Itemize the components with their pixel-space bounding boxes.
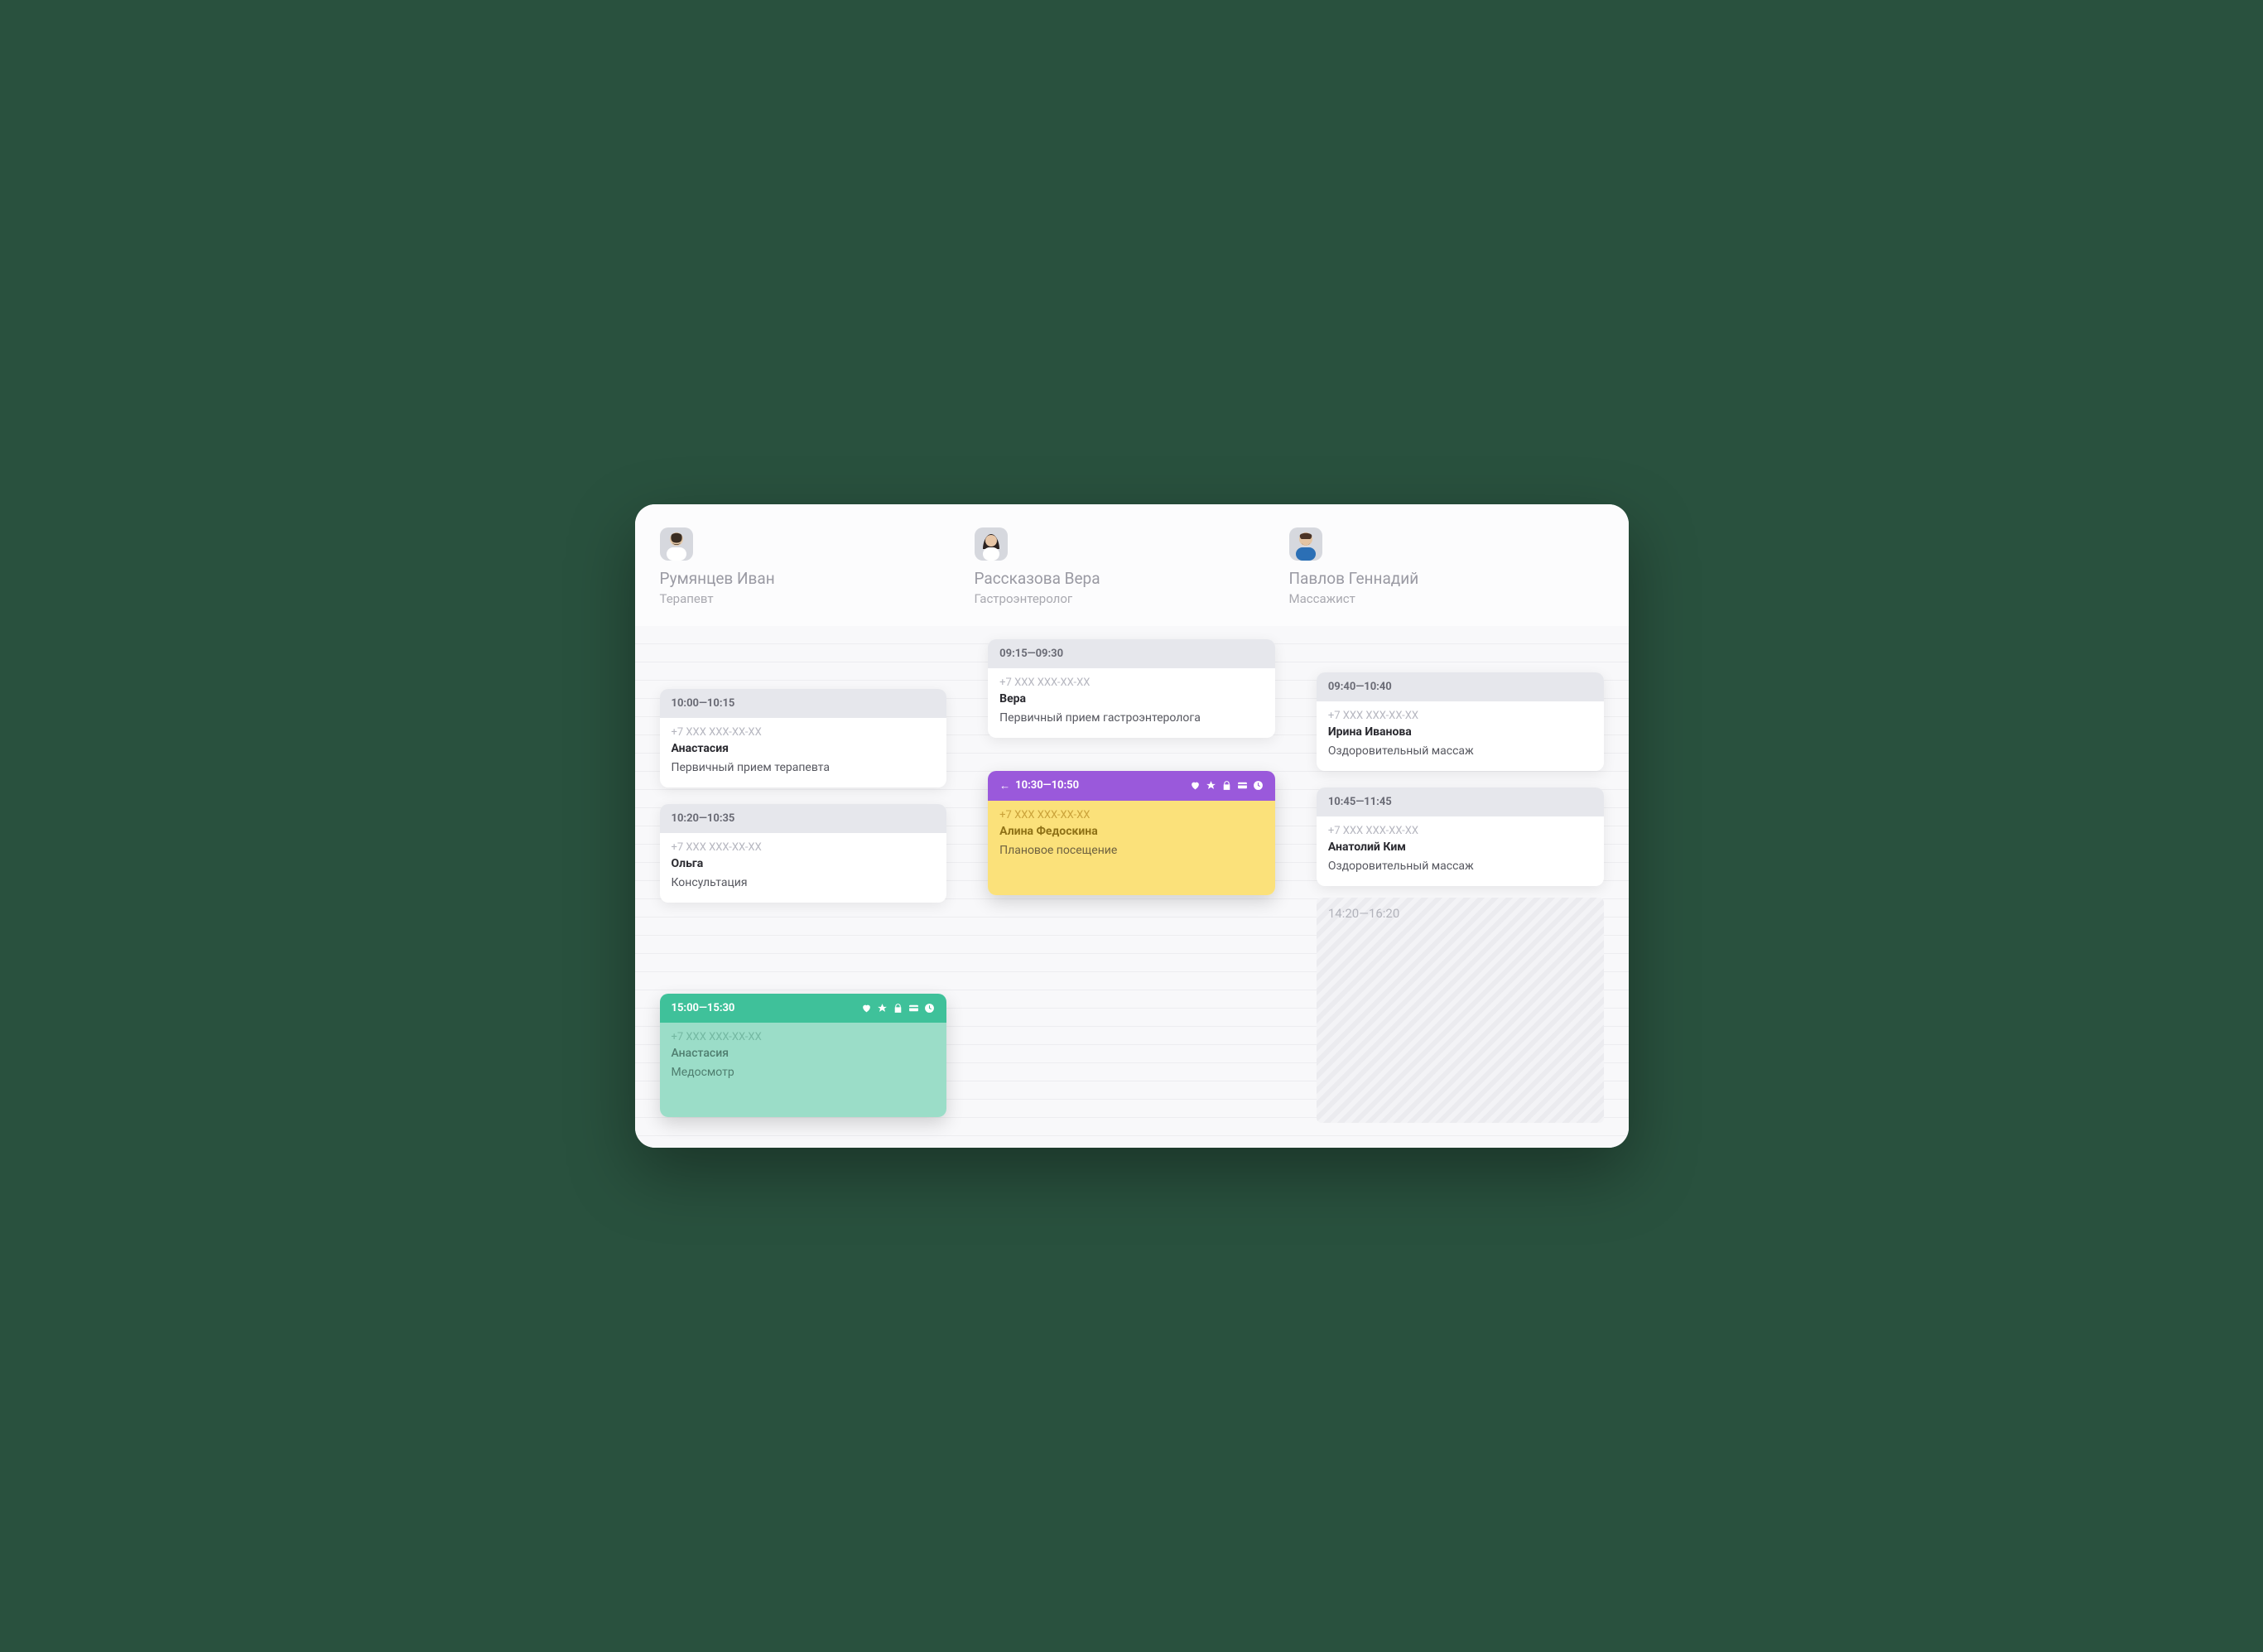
patient-name: Вера bbox=[999, 692, 1264, 706]
patient-name: Анастасия bbox=[672, 1047, 936, 1060]
card-icon bbox=[908, 1003, 919, 1014]
visit-type: Оздоровительный массаж bbox=[1328, 859, 1592, 874]
doctor-column-1: Рассказова Вера Гастроэнтеролог bbox=[975, 527, 1289, 606]
appointment-card[interactable]: 10:45—11:45 +7 XXX XXX-XX-XX Анатолий Ки… bbox=[1317, 787, 1604, 886]
doctor-name: Рассказова Вера bbox=[975, 569, 1100, 590]
patient-name: Анатолий Ким bbox=[1328, 840, 1592, 854]
appointment-body: +7 XXX XXX-XX-XX Ирина Иванова Оздоровит… bbox=[1317, 701, 1604, 771]
heart-icon bbox=[1190, 780, 1201, 791]
appointment-time: 10:45—11:45 bbox=[1328, 796, 1392, 808]
appointment-time-header: 10:20—10:35 bbox=[660, 804, 947, 833]
visit-type: Медосмотр bbox=[672, 1065, 936, 1081]
appointment-time: 10:20—10:35 bbox=[672, 812, 735, 825]
doctor-role: Гастроэнтеролог bbox=[975, 591, 1073, 606]
doctor-column-0: Румянцев Иван Терапевт bbox=[660, 527, 975, 606]
schedule-window: Румянцев Иван Терапевт Рассказова Вера Г… bbox=[635, 504, 1629, 1148]
schedule-column-2: 09:40—10:40 +7 XXX XXX-XX-XX Ирина Ивано… bbox=[1317, 639, 1604, 1123]
doctor-role: Массажист bbox=[1289, 591, 1355, 606]
appointment-body: +7 XXX XXX-XX-XX Анастасия Медосмотр bbox=[660, 1023, 947, 1117]
doctors-header: Румянцев Иван Терапевт Рассказова Вера Г… bbox=[635, 504, 1629, 626]
appointment-body: +7 XXX XXX-XX-XX Алина Федоскина Планово… bbox=[988, 801, 1275, 895]
appointment-body: +7 XXX XXX-XX-XX Ольга Консультация bbox=[660, 833, 947, 903]
patient-phone: +7 XXX XXX-XX-XX bbox=[1328, 825, 1592, 837]
doctor-name: Павлов Геннадий bbox=[1289, 569, 1419, 590]
appointment-time: 09:40—10:40 bbox=[1328, 681, 1392, 693]
lock-icon bbox=[893, 1003, 903, 1014]
appointment-time: 10:00—10:15 bbox=[672, 697, 735, 710]
appointment-card[interactable]: 09:15—09:30 +7 XXX XXX-XX-XX Вера Первич… bbox=[988, 639, 1275, 738]
visit-type: Первичный прием гастроэнтеролога bbox=[999, 710, 1264, 726]
appointment-time: 09:15—09:30 bbox=[999, 648, 1063, 660]
appointment-body: +7 XXX XXX-XX-XX Анатолий Ким Оздоровите… bbox=[1317, 816, 1604, 886]
patient-phone: +7 XXX XXX-XX-XX bbox=[672, 841, 936, 854]
appointment-time: 15:00—15:30 bbox=[672, 1002, 735, 1014]
doctor-name: Румянцев Иван bbox=[660, 569, 775, 590]
appointment-body: +7 XXX XXX-XX-XX Анастасия Первичный при… bbox=[660, 718, 947, 787]
appointment-icons bbox=[861, 1003, 935, 1014]
appointment-time-header: 10:45—11:45 bbox=[1317, 787, 1604, 816]
avatar bbox=[1289, 527, 1322, 561]
blocked-time-slot: 14:20—16:20 bbox=[1317, 898, 1604, 1123]
patient-name: Ирина Иванова bbox=[1328, 725, 1592, 739]
lock-icon bbox=[1221, 780, 1232, 791]
patient-phone: +7 XXX XXX-XX-XX bbox=[672, 1031, 936, 1043]
patient-phone: +7 XXX XXX-XX-XX bbox=[999, 677, 1264, 689]
visit-type: Консультация bbox=[672, 875, 936, 891]
appointment-icons bbox=[1190, 780, 1264, 791]
doctor-role: Терапевт bbox=[660, 591, 714, 606]
appointment-time: 10:30—10:50 bbox=[1015, 779, 1079, 792]
appointment-card[interactable]: 09:40—10:40 +7 XXX XXX-XX-XX Ирина Ивано… bbox=[1317, 672, 1604, 771]
card-icon bbox=[1237, 780, 1248, 791]
appointment-time-header: 09:40—10:40 bbox=[1317, 672, 1604, 701]
appointment-card[interactable]: 10:00—10:15 +7 XXX XXX-XX-XX Анастасия П… bbox=[660, 689, 947, 787]
star-icon bbox=[1206, 780, 1216, 791]
doctor-column-2: Павлов Геннадий Массажист bbox=[1289, 527, 1604, 606]
avatar bbox=[660, 527, 693, 561]
appointment-time-header: ← 10:30—10:50 bbox=[988, 771, 1275, 801]
schedule-column-1: 09:15—09:30 +7 XXX XXX-XX-XX Вера Первич… bbox=[988, 639, 1275, 1123]
visit-type: Плановое посещение bbox=[999, 843, 1264, 859]
clock-icon bbox=[1253, 780, 1264, 791]
patient-name: Алина Федоскина bbox=[999, 825, 1264, 838]
schedule-column-0: 10:00—10:15 +7 XXX XXX-XX-XX Анастасия П… bbox=[660, 639, 947, 1123]
schedule-grid: 10:00—10:15 +7 XXX XXX-XX-XX Анастасия П… bbox=[635, 626, 1629, 1148]
arrow-left-icon: ← bbox=[999, 779, 1010, 792]
visit-type: Первичный прием терапевта bbox=[672, 760, 936, 776]
appointment-time-header: 15:00—15:30 bbox=[660, 994, 947, 1023]
patient-phone: +7 XXX XXX-XX-XX bbox=[672, 726, 936, 739]
patient-name: Анастасия bbox=[672, 742, 936, 755]
appointment-body: +7 XXX XXX-XX-XX Вера Первичный прием га… bbox=[988, 668, 1275, 738]
appointment-card[interactable]: 15:00—15:30 +7 XXX XXX-XX-XX Анастасия М… bbox=[660, 994, 947, 1117]
clock-icon bbox=[924, 1003, 935, 1014]
star-icon bbox=[877, 1003, 888, 1014]
heart-icon bbox=[861, 1003, 872, 1014]
patient-phone: +7 XXX XXX-XX-XX bbox=[999, 809, 1264, 821]
appointment-time-header: 09:15—09:30 bbox=[988, 639, 1275, 668]
blocked-time: 14:20—16:20 bbox=[1328, 906, 1399, 921]
visit-type: Оздоровительный массаж bbox=[1328, 744, 1592, 759]
patient-phone: +7 XXX XXX-XX-XX bbox=[1328, 710, 1592, 722]
patient-name: Ольга bbox=[672, 857, 936, 870]
appointment-time-header: 10:00—10:15 bbox=[660, 689, 947, 718]
avatar bbox=[975, 527, 1008, 561]
appointment-card[interactable]: ← 10:30—10:50 +7 XXX XXX-XX-XX Алина Фед… bbox=[988, 771, 1275, 895]
appointment-card[interactable]: 10:20—10:35 +7 XXX XXX-XX-XX Ольга Консу… bbox=[660, 804, 947, 903]
